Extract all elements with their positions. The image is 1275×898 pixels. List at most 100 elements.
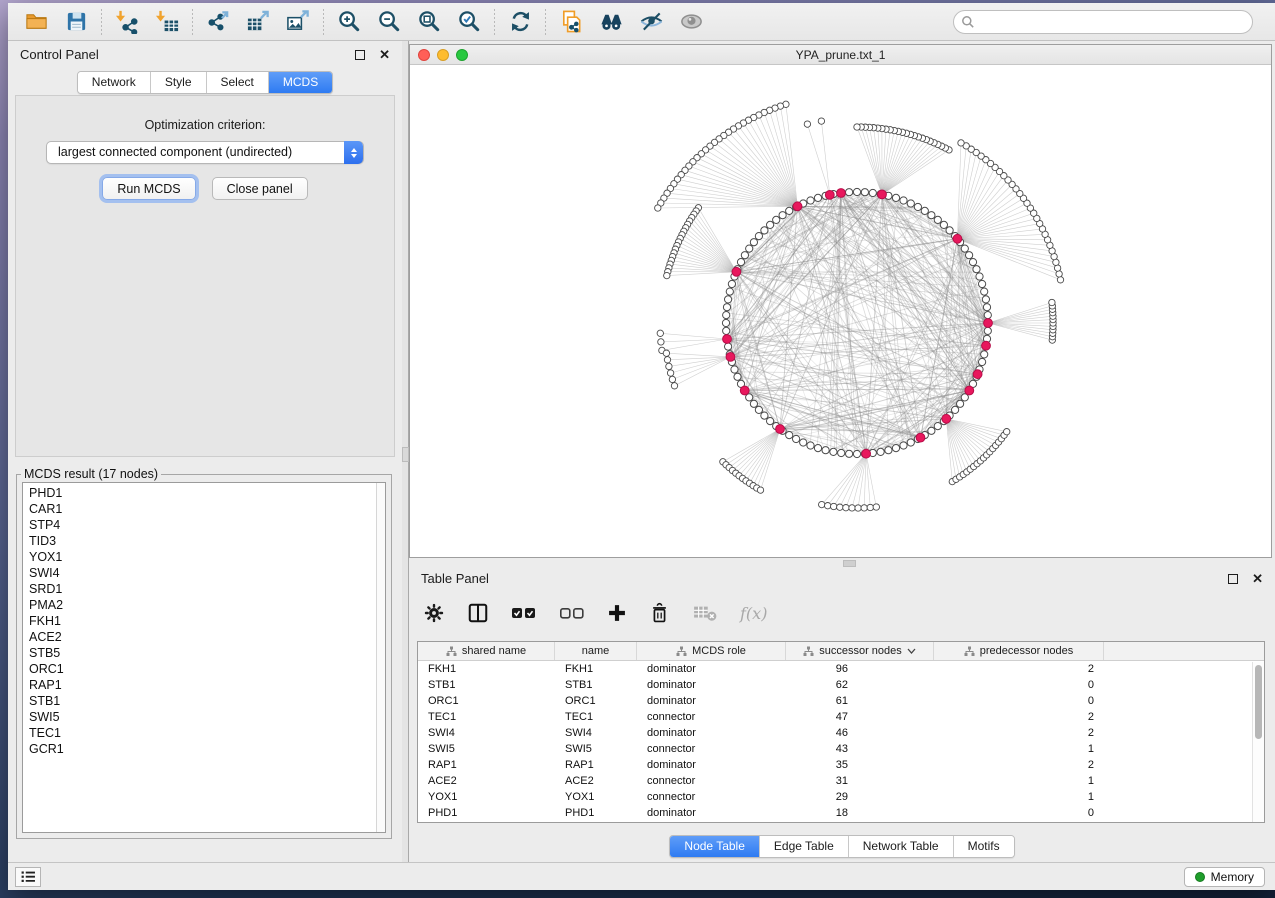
mcds-result-item[interactable]: TID3 [29, 533, 385, 549]
network-node[interactable] [822, 447, 829, 454]
mcds-result-item[interactable]: RAP1 [29, 677, 385, 693]
network-node[interactable] [885, 447, 892, 454]
table-row[interactable]: YOX1YOX1connector291 [418, 789, 1264, 805]
mcds-result-item[interactable]: PMA2 [29, 597, 385, 613]
mcds-result-item[interactable]: SWI4 [29, 565, 385, 581]
network-node[interactable] [723, 327, 730, 334]
network-dominator-node[interactable] [984, 319, 993, 328]
network-leaf-node[interactable] [818, 118, 824, 124]
hide-selected-icon[interactable] [631, 6, 671, 38]
network-leaf-node[interactable] [671, 383, 677, 389]
column-header-MCDS-role[interactable]: MCDS role [637, 642, 786, 660]
network-node[interactable] [861, 189, 868, 196]
tab-select[interactable]: Select [207, 72, 269, 93]
export-image-icon[interactable] [278, 6, 318, 38]
network-leaf-node[interactable] [855, 505, 861, 511]
network-node[interactable] [807, 442, 814, 449]
network-leaf-node[interactable] [658, 339, 664, 345]
network-leaf-node[interactable] [666, 363, 672, 369]
mcds-result-item[interactable]: TEC1 [29, 725, 385, 741]
network-leaf-node[interactable] [825, 503, 831, 509]
network-dominator-node[interactable] [916, 433, 925, 442]
search-input[interactable] [953, 10, 1253, 34]
network-node[interactable] [961, 245, 968, 252]
network-dominator-node[interactable] [965, 386, 974, 395]
vertical-splitter[interactable] [402, 41, 409, 862]
network-node[interactable] [940, 221, 947, 228]
table-tab-network-table[interactable]: Network Table [849, 836, 954, 857]
network-leaf-node[interactable] [655, 205, 661, 211]
criterion-dropdown[interactable]: largest connected component (undirected) [46, 141, 364, 164]
network-node[interactable] [846, 189, 853, 196]
network-node[interactable] [779, 212, 786, 219]
network-leaf-node[interactable] [663, 350, 669, 356]
network-node[interactable] [761, 412, 768, 419]
close-panel-icon[interactable]: ✕ [379, 50, 390, 60]
tab-mcds[interactable]: MCDS [269, 72, 332, 93]
import-table-icon[interactable] [147, 6, 187, 38]
delete-column-icon[interactable] [649, 602, 670, 624]
mcds-result-item[interactable]: PHD1 [29, 485, 385, 501]
network-node[interactable] [914, 203, 921, 210]
network-dominator-node[interactable] [732, 267, 741, 276]
run-mcds-button[interactable]: Run MCDS [102, 177, 195, 200]
network-dominator-node[interactable] [726, 353, 735, 362]
table-mode-gear-icon[interactable] [423, 602, 445, 624]
table-tab-edge-table[interactable]: Edge Table [760, 836, 849, 857]
zoom-fit-icon[interactable] [409, 6, 449, 38]
network-node[interactable] [773, 216, 780, 223]
tab-network[interactable]: Network [78, 72, 151, 93]
mcds-result-item[interactable]: CAR1 [29, 501, 385, 517]
network-node[interactable] [973, 266, 980, 273]
show-columns-icon[interactable] [467, 602, 489, 624]
network-node[interactable] [957, 400, 964, 407]
network-node[interactable] [983, 304, 990, 311]
network-node[interactable] [892, 194, 899, 201]
network-node[interactable] [750, 239, 757, 246]
network-node[interactable] [746, 245, 753, 252]
network-node[interactable] [984, 312, 991, 319]
network-node[interactable] [814, 194, 821, 201]
network-node[interactable] [726, 288, 733, 295]
network-dominator-node[interactable] [973, 370, 982, 379]
table-row[interactable]: PHD1PHD1dominator180 [418, 805, 1264, 821]
network-node[interactable] [846, 450, 853, 457]
show-all-icon[interactable] [671, 6, 711, 38]
network-dominator-node[interactable] [793, 202, 802, 211]
mcds-result-item[interactable]: ACE2 [29, 629, 385, 645]
refresh-icon[interactable] [500, 6, 540, 38]
network-node[interactable] [807, 197, 814, 204]
network-node[interactable] [979, 358, 986, 365]
network-node[interactable] [731, 366, 738, 373]
network-leaf-node[interactable] [831, 503, 837, 509]
network-dominator-node[interactable] [825, 191, 834, 200]
table-row[interactable]: FKH1FKH1dominator962 [418, 661, 1264, 677]
network-node[interactable] [814, 445, 821, 452]
network-leaf-node[interactable] [958, 140, 964, 146]
zoom-in-icon[interactable] [329, 6, 369, 38]
network-dominator-node[interactable] [982, 341, 991, 350]
network-node[interactable] [984, 327, 991, 334]
network-node[interactable] [767, 221, 774, 228]
network-leaf-node[interactable] [1049, 299, 1055, 305]
column-header-predecessor-nodes[interactable]: predecessor nodes [934, 642, 1104, 660]
network-node[interactable] [786, 432, 793, 439]
mcds-result-item[interactable]: YOX1 [29, 549, 385, 565]
network-node[interactable] [755, 233, 762, 240]
network-node[interactable] [793, 435, 800, 442]
network-dominator-node[interactable] [740, 386, 749, 395]
network-node[interactable] [900, 197, 907, 204]
network-dominator-node[interactable] [862, 449, 871, 458]
network-leaf-node[interactable] [854, 124, 860, 130]
network-node[interactable] [767, 418, 774, 425]
network-node[interactable] [723, 312, 730, 319]
mcds-result-item[interactable]: STP4 [29, 517, 385, 533]
network-leaf-node[interactable] [837, 504, 843, 510]
column-header-name[interactable]: name [555, 642, 637, 660]
scrollbar-thumb[interactable] [1255, 665, 1262, 739]
select-all-icon[interactable] [511, 604, 537, 622]
export-network-icon[interactable] [198, 6, 238, 38]
network-node[interactable] [737, 259, 744, 266]
table-tab-motifs[interactable]: Motifs [954, 836, 1014, 857]
network-node[interactable] [722, 319, 729, 326]
